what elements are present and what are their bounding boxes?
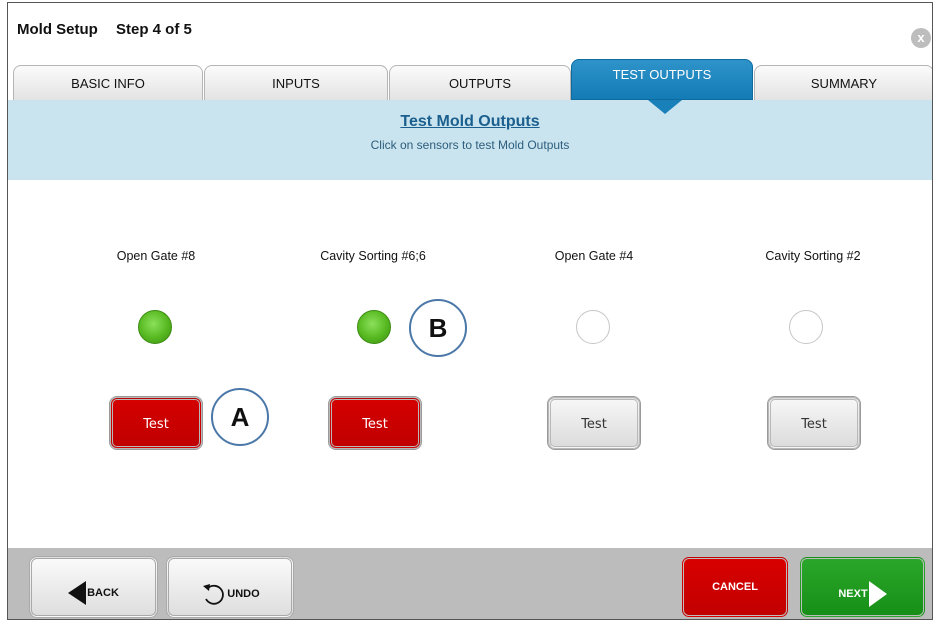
step-indicator: Step 4 of 5 — [116, 21, 192, 38]
status-led-icon — [138, 310, 172, 344]
status-led-icon — [789, 310, 823, 344]
undo-icon — [203, 584, 225, 605]
dialog-title-text: Mold Setup — [17, 21, 98, 38]
tab-inputs[interactable]: INPUTS — [204, 65, 388, 100]
undo-button[interactable]: UNDO — [166, 556, 294, 618]
title-bar: Mold Setup Step 4 of 5 x — [8, 3, 932, 59]
test-button[interactable]: Test — [768, 397, 860, 449]
footer-toolbar: BACK UNDO CANCEL NEXT — [8, 548, 932, 619]
back-button[interactable]: BACK — [29, 556, 158, 618]
dialog-title: Mold Setup Step 4 of 5 — [17, 21, 192, 38]
next-arrow-icon — [868, 581, 887, 607]
test-button[interactable]: Test — [110, 397, 202, 449]
banner-title[interactable]: Test Mold Outputs — [8, 113, 932, 131]
info-banner: Test Mold Outputs Click on sensors to te… — [8, 100, 932, 180]
next-label: NEXT — [838, 588, 868, 600]
callout-a: A — [211, 388, 269, 446]
callout-b: B — [409, 299, 467, 357]
status-led-icon — [357, 310, 391, 344]
output-label: Cavity Sorting #6;6 — [320, 249, 426, 263]
step-tabs: BASIC INFO INPUTS OUTPUTS TEST OUTPUTS S… — [8, 59, 932, 100]
mold-setup-dialog: Mold Setup Step 4 of 5 x BASIC INFO INPU… — [7, 2, 933, 620]
cancel-label: CANCEL — [712, 581, 758, 593]
tab-outputs[interactable]: OUTPUTS — [389, 65, 571, 100]
next-button[interactable]: NEXT — [799, 556, 926, 618]
close-icon[interactable]: x — [911, 28, 931, 48]
test-button[interactable]: Test — [548, 397, 640, 449]
back-arrow-icon — [68, 581, 87, 605]
test-button[interactable]: Test — [329, 397, 421, 449]
undo-label: UNDO — [227, 588, 260, 600]
output-open-gate-4: Open Gate #4 — [519, 249, 669, 263]
banner-subtitle: Click on sensors to test Mold Outputs — [370, 138, 570, 152]
output-open-gate-8: Open Gate #8 — [81, 249, 231, 263]
back-label: BACK — [87, 587, 119, 599]
tab-basic-info[interactable]: BASIC INFO — [13, 65, 203, 100]
active-tab-pointer — [648, 100, 682, 114]
status-led-icon — [576, 310, 610, 344]
tab-summary[interactable]: SUMMARY — [754, 65, 932, 100]
output-label: Open Gate #8 — [116, 249, 196, 263]
output-cavity-sorting-2: Cavity Sorting #2 — [738, 249, 888, 263]
output-cavity-sorting-6: Cavity Sorting #6;6 — [298, 249, 448, 263]
cancel-button[interactable]: CANCEL — [681, 556, 789, 618]
output-label: Cavity Sorting #2 — [765, 249, 861, 263]
tab-test-outputs[interactable]: TEST OUTPUTS — [571, 59, 753, 100]
output-label: Open Gate #4 — [554, 249, 634, 263]
